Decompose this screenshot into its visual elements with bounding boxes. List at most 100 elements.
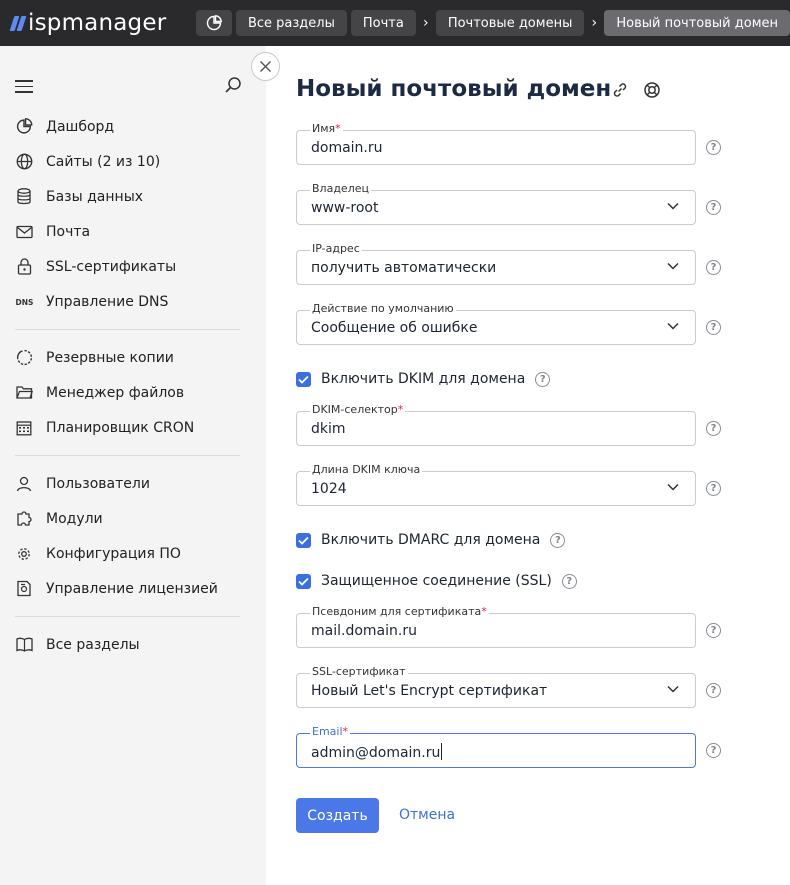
help-icon[interactable]: ? <box>706 683 721 698</box>
ssl-enable-row: Защищенное соединение (SSL) ? <box>296 572 577 590</box>
sidebar-item-dashboard[interactable]: Дашборд <box>0 109 266 144</box>
dmarc-enable-checkbox[interactable] <box>296 532 311 548</box>
help-icon[interactable]: ? <box>706 200 721 215</box>
ssl-enable-checkbox[interactable] <box>296 573 311 589</box>
dkim-key-length-value: 1024 <box>311 481 347 497</box>
name-input[interactable]: Имя* domain.ru <box>296 122 696 165</box>
sidebar-item-sites[interactable]: Сайты (2 из 10) <box>0 144 266 179</box>
owner-value: www-root <box>311 200 379 216</box>
breadcrumb: Все разделы Почта › Почтовые домены › Но… <box>185 0 790 46</box>
book-icon <box>15 637 33 652</box>
cert-alias-value: mail.domain.ru <box>311 623 417 639</box>
sidebar-divider <box>15 455 240 456</box>
help-icon[interactable]: ? <box>706 481 721 496</box>
ssl-certificate-label: SSL-сертификат <box>310 665 408 678</box>
svg-text:DNS: DNS <box>16 298 34 307</box>
mail-icon <box>15 225 33 238</box>
ssl-certificate-select[interactable]: SSL-сертификат Новый Let's Encrypt серти… <box>296 665 696 708</box>
folder-icon <box>15 386 33 399</box>
backup-icon <box>16 349 32 366</box>
sidebar-item-ssl[interactable]: SSL-сертификаты <box>0 249 266 284</box>
breadcrumb-chevron-icon: › <box>591 15 598 31</box>
close-panel-button[interactable] <box>251 52 280 81</box>
dkim-selector-value: dkim <box>311 421 346 437</box>
owner-label: Владелец <box>310 182 371 195</box>
name-value: domain.ru <box>311 140 383 156</box>
help-icon[interactable]: ? <box>706 743 721 758</box>
owner-select[interactable]: Владелец www-root <box>296 182 696 225</box>
breadcrumb-mail[interactable]: Почта <box>350 10 416 36</box>
dmarc-enable-label[interactable]: Включить DMARC для домена <box>321 532 540 548</box>
sidebar-item-software-config[interactable]: Конфигурация ПО <box>0 536 266 571</box>
sidebar-nav: Дашборд Сайты (2 из 10) Базы данных Почт… <box>0 109 266 662</box>
sidebar-divider <box>15 616 240 617</box>
default-action-select[interactable]: Действие по умолчанию Сообщение об ошибк… <box>296 302 696 345</box>
checkmark-icon <box>298 375 309 384</box>
chevron-down-icon <box>667 262 679 270</box>
lock-icon <box>17 258 31 275</box>
sidebar-item-backups[interactable]: Резервные копии <box>0 340 266 375</box>
sidebar-item-license[interactable]: Управление лицензией <box>0 571 266 606</box>
help-icon[interactable]: ? <box>706 320 721 335</box>
database-icon <box>17 188 31 205</box>
breadcrumb-all-sections[interactable]: Все разделы <box>235 10 347 36</box>
logo-mark-icon <box>9 15 27 31</box>
sidebar-item-modules[interactable]: Модули <box>0 501 266 536</box>
email-input[interactable]: Email* admin@domain.ru <box>296 725 696 768</box>
sidebar-item-mail[interactable]: Почта <box>0 214 266 249</box>
help-icon[interactable]: ? <box>561 573 577 589</box>
logo[interactable]: ispmanager <box>9 10 185 36</box>
ip-address-select[interactable]: IP-адрес получить автоматически <box>296 242 696 285</box>
email-value: admin@domain.ru <box>311 745 441 761</box>
required-mark: * <box>342 725 349 738</box>
email-label: Email <box>312 725 343 738</box>
menu-toggle-icon[interactable] <box>15 80 33 93</box>
help-lifebuoy-icon[interactable] <box>643 81 661 99</box>
sidebar-divider <box>15 329 240 330</box>
dkim-selector-input[interactable]: DKIM-селектор* dkim <box>296 403 696 446</box>
breadcrumb-mail-domains[interactable]: Почтовые домены <box>435 10 585 36</box>
sidebar-item-all-sections[interactable]: Все разделы <box>0 627 266 662</box>
required-mark: * <box>481 605 487 618</box>
sidebar-item-dns[interactable]: DNS Управление DNS <box>0 284 266 319</box>
help-icon[interactable]: ? <box>535 371 551 387</box>
create-button[interactable]: Создать <box>296 798 379 833</box>
ip-address-value: получить автоматически <box>311 260 497 276</box>
dkim-enable-checkbox[interactable] <box>296 371 311 387</box>
help-icon[interactable]: ? <box>706 260 721 275</box>
chevron-down-icon <box>667 483 679 491</box>
help-icon[interactable]: ? <box>706 140 721 155</box>
calendar-icon <box>16 420 32 435</box>
link-icon[interactable] <box>611 81 629 99</box>
cert-alias-label: Псевдоним для сертификата <box>312 605 482 618</box>
top-bar: ispmanager Все разделы Почта › Почтовые … <box>0 0 790 46</box>
cancel-button[interactable]: Отмена <box>399 807 455 823</box>
chevron-down-icon <box>667 202 679 210</box>
ssl-enable-label[interactable]: Защищенное соединение (SSL) <box>321 573 552 589</box>
dkim-enable-label[interactable]: Включить DKIM для домена <box>321 371 525 387</box>
name-label: Имя <box>312 122 336 135</box>
dkim-key-length-select[interactable]: Длина DKIM ключа 1024 <box>296 463 696 506</box>
license-icon <box>17 580 31 597</box>
sidebar-item-file-manager[interactable]: Менеджер файлов <box>0 375 266 410</box>
dmarc-enable-row: Включить DMARC для домена ? <box>296 531 566 549</box>
help-icon[interactable]: ? <box>706 623 721 638</box>
logo-text: ispmanager <box>28 10 167 36</box>
dkim-key-length-label: Длина DKIM ключа <box>310 463 423 476</box>
dashboard-icon <box>206 15 222 31</box>
cert-alias-input[interactable]: Псевдоним для сертификата* mail.domain.r… <box>296 605 696 648</box>
sidebar-item-cron[interactable]: Планировщик CRON <box>0 410 266 445</box>
checkmark-icon <box>298 536 309 545</box>
chevron-down-icon <box>667 685 679 693</box>
globe-icon <box>16 153 32 170</box>
breadcrumb-home-button[interactable] <box>195 10 232 36</box>
close-icon <box>260 61 271 72</box>
breadcrumb-new-mail-domain: Новый почтовый домен <box>604 10 790 36</box>
search-icon[interactable] <box>224 76 242 94</box>
default-action-label: Действие по умолчанию <box>310 302 456 315</box>
dkim-enable-row: Включить DKIM для домена ? <box>296 370 551 388</box>
help-icon[interactable]: ? <box>550 532 566 548</box>
sidebar-item-databases[interactable]: Базы данных <box>0 179 266 214</box>
sidebar-item-users[interactable]: Пользователи <box>0 466 266 501</box>
help-icon[interactable]: ? <box>706 421 721 436</box>
